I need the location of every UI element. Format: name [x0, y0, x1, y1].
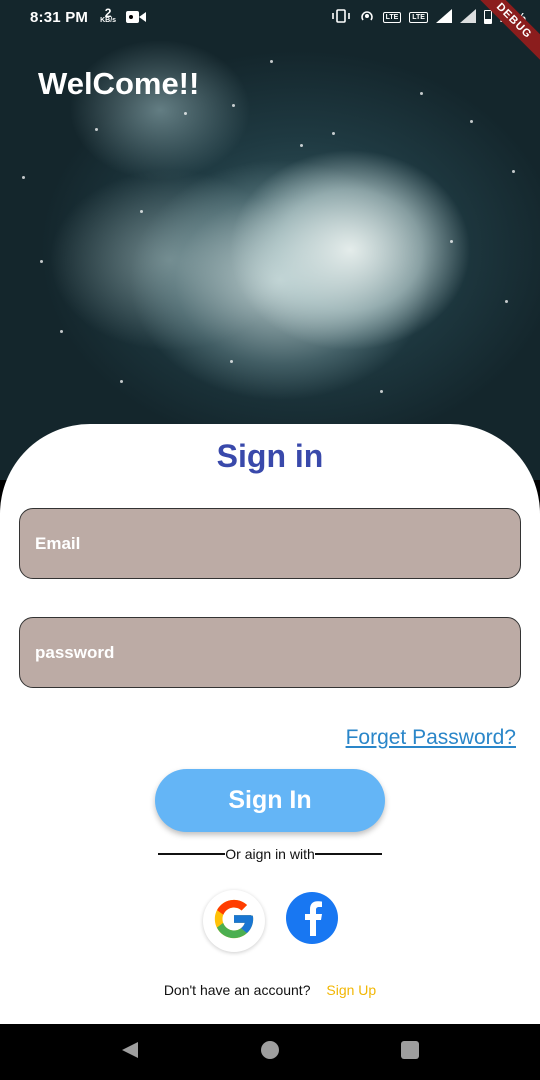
email-placeholder: Email [35, 533, 81, 553]
lte-badge-2: LTE [409, 11, 428, 23]
divider-line-right [314, 853, 383, 855]
email-field[interactable]: Email [19, 508, 521, 579]
vibrate-icon [331, 8, 351, 26]
system-nav-bar [0, 1024, 540, 1080]
password-placeholder: password [35, 642, 115, 662]
signin-button[interactable]: Sign In [155, 769, 385, 832]
back-icon[interactable] [120, 1040, 140, 1065]
status-bar: 8:31 PM 2 KB/s LTE LTE 24% [0, 0, 540, 34]
signal-icon [435, 8, 452, 26]
google-icon [211, 896, 257, 947]
account-row: Don't have an account? Sign Up [0, 982, 540, 998]
data-rate-indicator: 2 KB/s [100, 6, 117, 25]
signal-icon-2 [459, 8, 476, 26]
welcome-heading: WelCome!! [38, 66, 200, 101]
signup-link[interactable]: Sign Up [326, 982, 376, 998]
forget-password-link[interactable]: Forget Password? [346, 726, 516, 750]
google-signin-button[interactable] [203, 890, 265, 952]
facebook-signin-button[interactable] [286, 892, 338, 944]
signin-title: Sign in [216, 438, 324, 474]
account-prompt: Don't have an account? [163, 982, 311, 998]
recents-icon[interactable] [400, 1040, 420, 1065]
lte-badge-1: LTE [382, 11, 402, 23]
home-icon[interactable] [260, 1040, 280, 1065]
status-time: 8:31 PM [30, 8, 89, 26]
divider-text: Or aign in with [225, 846, 315, 862]
data-rate-unit: KB/s [100, 17, 117, 24]
video-camera-icon [126, 10, 147, 24]
battery-icon [483, 10, 492, 24]
divider-line-left [158, 853, 226, 855]
hotspot-icon [359, 8, 375, 27]
signin-button-label: Sign In [228, 786, 312, 814]
facebook-icon [297, 896, 327, 941]
password-field[interactable]: password [19, 617, 521, 688]
data-rate-value: 2 [104, 6, 112, 20]
alt-signin-divider: Or aign in with [158, 845, 383, 863]
